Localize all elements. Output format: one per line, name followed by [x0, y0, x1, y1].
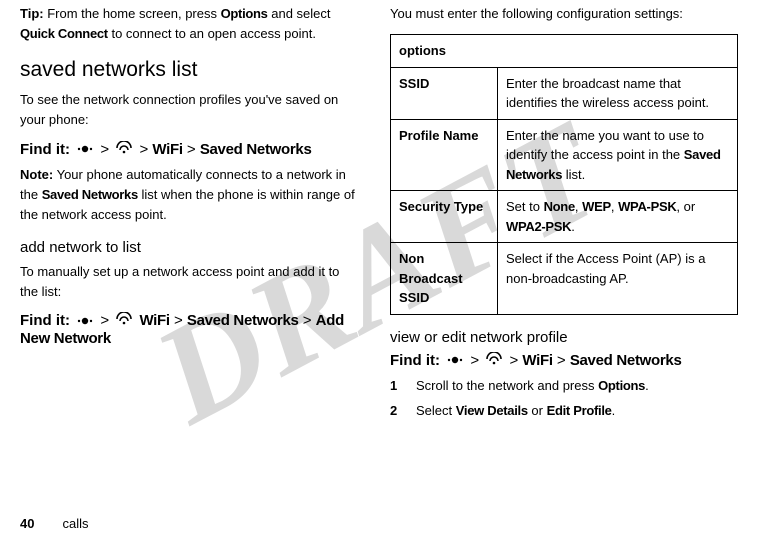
step-number: 2	[390, 401, 416, 421]
note-label: Note:	[20, 167, 53, 182]
page-number: 40	[20, 516, 34, 531]
table-row: Security Type Set to None, WEP, WPA-PSK,…	[391, 191, 738, 243]
sep: >	[509, 352, 518, 369]
tip-options: Options	[221, 6, 268, 21]
path-saved-networks: Saved Networks	[570, 352, 682, 369]
center-key-icon	[77, 313, 93, 330]
sep: >	[100, 141, 109, 158]
heading-view-edit: view or edit network profile	[390, 329, 738, 346]
tip-quick-connect: Quick Connect	[20, 26, 108, 41]
table-row: Profile Name Enter the name you want to …	[391, 119, 738, 191]
path-saved-networks: Saved Networks	[187, 312, 299, 329]
row-key-nonbroadcast: Non Broadcast SSID	[391, 243, 498, 315]
right-column: You must enter the following configurati…	[390, 0, 738, 427]
page-content: Tip: From the home screen, press Options…	[0, 0, 758, 427]
row-val-nonbroadcast: Select if the Access Point (AP) is a non…	[498, 243, 738, 315]
left-column: Tip: From the home screen, press Options…	[20, 0, 360, 427]
wifi-menu-icon	[116, 141, 132, 159]
edit-profile-ref: Edit Profile	[547, 403, 612, 418]
sep: >	[557, 352, 570, 369]
row-key-security: Security Type	[391, 191, 498, 243]
page-footer: 40 calls	[20, 516, 88, 531]
opt-wpa2-psk: WPA2-PSK	[506, 219, 571, 234]
text: Set to	[506, 199, 544, 214]
heading-saved-networks: saved networks list	[20, 58, 360, 82]
text: Scroll to the network and press	[416, 378, 598, 393]
wifi-menu-icon	[116, 312, 132, 330]
step-text: Select View Details or Edit Profile.	[416, 401, 615, 421]
tip-text-2: and select	[268, 6, 331, 21]
step-2: 2 Select View Details or Edit Profile.	[390, 401, 738, 421]
step-1: 1 Scroll to the network and press Option…	[390, 376, 738, 396]
text: Enter the name you want to use to identi…	[506, 128, 704, 163]
text: .	[645, 378, 649, 393]
center-key-icon	[77, 141, 93, 158]
add-network-intro: To manually set up a network access poin…	[20, 262, 360, 302]
center-key-icon	[447, 352, 463, 369]
find-it-3: Find it: > > WiFi > Saved Networks	[390, 352, 738, 370]
sep: >	[139, 141, 148, 158]
step-text: Scroll to the network and press Options.	[416, 376, 649, 396]
find-it-label: Find it:	[20, 141, 70, 158]
note-saved-networks: Saved Networks	[42, 187, 138, 202]
row-key-profile: Profile Name	[391, 119, 498, 191]
table-row: Non Broadcast SSID Select if the Access …	[391, 243, 738, 315]
wifi-menu-icon	[486, 352, 502, 370]
text: list.	[562, 167, 585, 182]
options-table: options SSID Enter the broadcast name th…	[390, 34, 738, 315]
sep: >	[470, 352, 479, 369]
options-ref: Options	[598, 378, 645, 393]
step-number: 1	[390, 376, 416, 396]
sep: >	[187, 141, 200, 158]
tip-text-3: to connect to an open access point.	[108, 26, 316, 41]
sep: >	[100, 312, 109, 329]
path-wifi: WiFi	[139, 312, 169, 329]
opt-wpa-psk: WPA-PSK	[618, 199, 676, 214]
opt-wep: WEP	[582, 199, 611, 214]
config-intro: You must enter the following configurati…	[390, 4, 738, 24]
tip-paragraph: Tip: From the home screen, press Options…	[20, 4, 360, 44]
path-wifi: WiFi	[522, 352, 552, 369]
table-row: SSID Enter the broadcast name that ident…	[391, 67, 738, 119]
note-paragraph: Note: Your phone automatically connects …	[20, 165, 360, 225]
row-val-security: Set to None, WEP, WPA-PSK, or WPA2-PSK.	[498, 191, 738, 243]
tip-label: Tip:	[20, 6, 44, 21]
saved-networks-intro: To see the network connection profiles y…	[20, 90, 360, 130]
opt-none: None	[544, 199, 575, 214]
tip-text-1: From the home screen, press	[44, 6, 221, 21]
find-it-label: Find it:	[20, 312, 70, 329]
sep: >	[303, 312, 316, 329]
text: Select	[416, 403, 456, 418]
sep: >	[174, 312, 187, 329]
text: or	[528, 403, 547, 418]
table-header: options	[391, 35, 738, 68]
find-it-label: Find it:	[390, 352, 440, 369]
row-key-ssid: SSID	[391, 67, 498, 119]
heading-add-network: add network to list	[20, 239, 360, 256]
find-it-2: Find it: > WiFi > Saved Networks > Add N…	[20, 312, 360, 347]
section-name: calls	[62, 516, 88, 531]
find-it-1: Find it: > > WiFi > Saved Networks	[20, 141, 360, 159]
path-saved-networks: Saved Networks	[200, 141, 312, 158]
row-val-profile: Enter the name you want to use to identi…	[498, 119, 738, 191]
text: .	[612, 403, 616, 418]
row-val-ssid: Enter the broadcast name that identifies…	[498, 67, 738, 119]
path-wifi: WiFi	[152, 141, 182, 158]
view-details-ref: View Details	[456, 403, 528, 418]
